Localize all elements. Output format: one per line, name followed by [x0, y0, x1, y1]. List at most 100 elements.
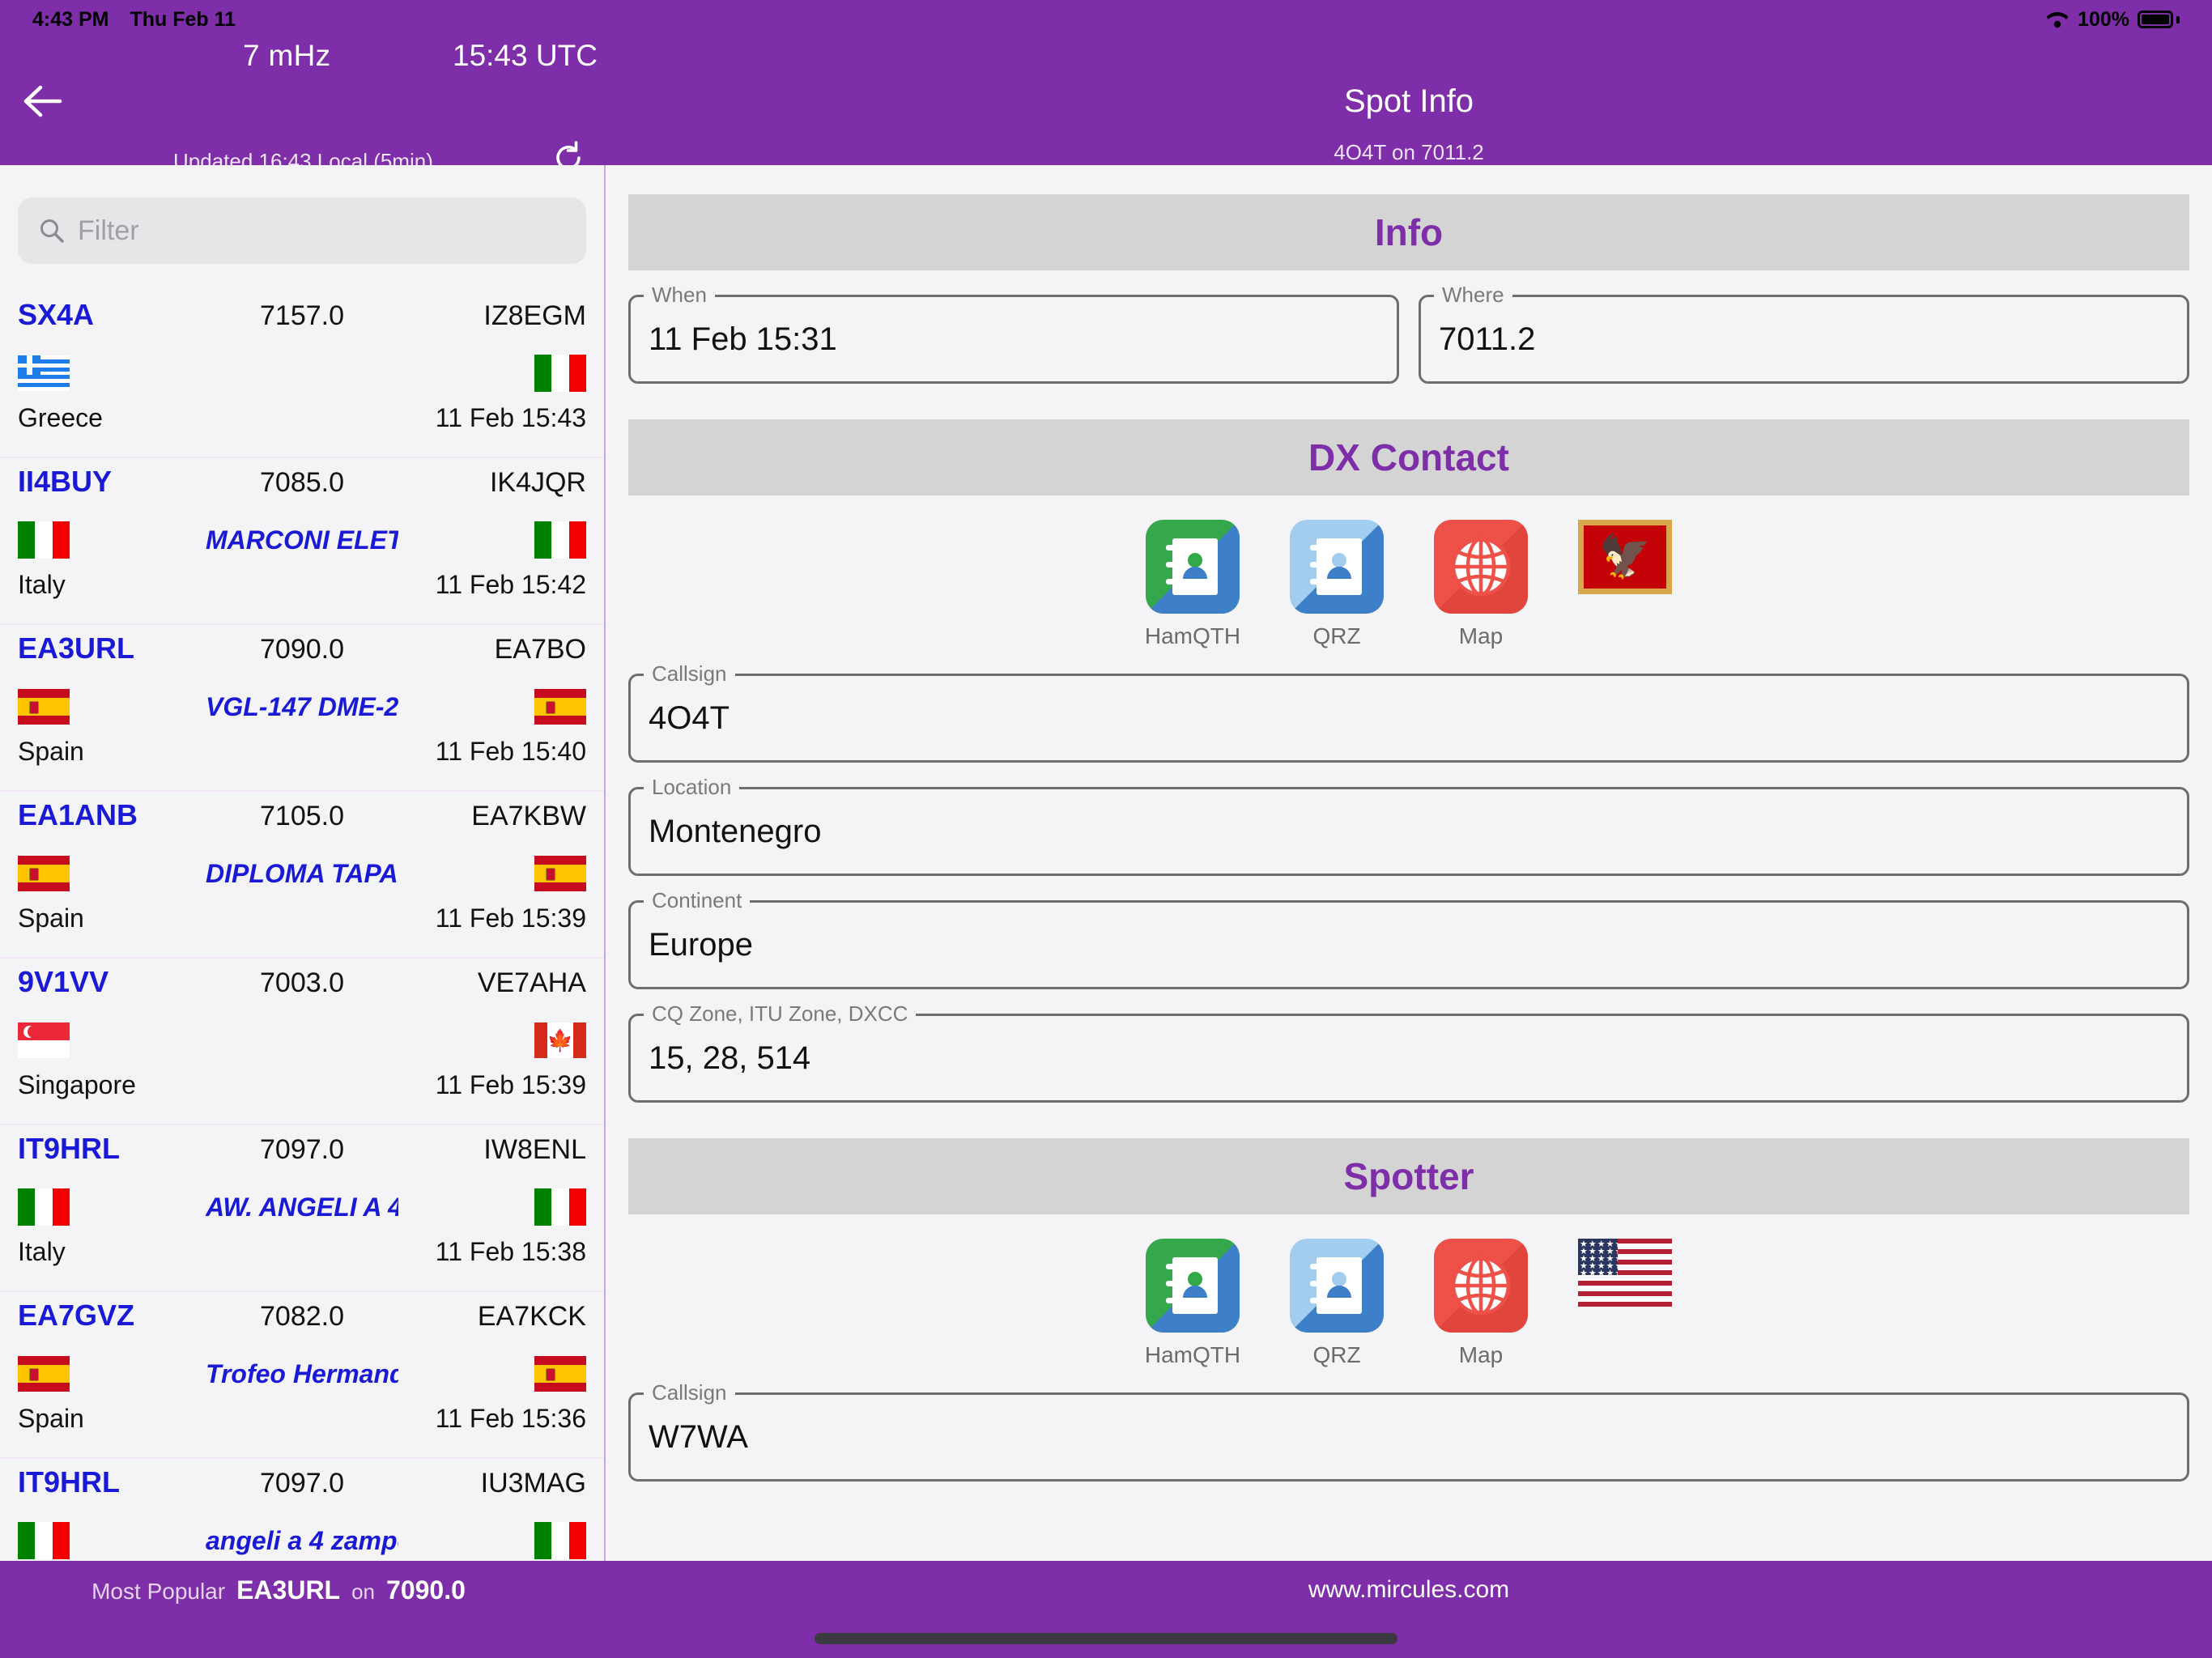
flag-italy-icon	[534, 1188, 586, 1226]
dx-contact-field[interactable]: Callsign 4O4T	[628, 661, 2189, 763]
spotter-link-qrz[interactable]: QRZ	[1276, 1239, 1397, 1368]
spot-list-item[interactable]: II4BUY 7085.0 IK4JQR MARCONI ELETTRA 2021 It…	[0, 458, 604, 625]
spot-row-top: IT9HRL 7097.0 IU3MAG	[18, 1465, 586, 1511]
filter-input[interactable]	[78, 215, 565, 247]
status-bar-right: 100%	[2045, 8, 2180, 32]
bottom-bar: Most Popular EA3URL on 7090.0 www.mircul…	[0, 1561, 2212, 1619]
flag-italy-icon	[534, 1522, 586, 1559]
spot-spotter-flag	[398, 689, 586, 725]
spot-list-item[interactable]: SX4A 7157.0 IZ8EGM Greece 11 Feb 15:43	[0, 291, 604, 458]
spot-list-item[interactable]: EA1ANB 7105.0 EA7KBW DIPLOMA TAPAS DE GALIC…	[0, 792, 604, 959]
spotter-link-map[interactable]: Map	[1420, 1239, 1542, 1368]
spot-row-middle: 🍁	[18, 1010, 586, 1070]
status-bar-left: 4:43 PM Thu Feb 11	[32, 8, 236, 32]
battery-icon	[2138, 11, 2180, 28]
spot-comment: DIPLOMA TAPAS DE GALICIA	[206, 858, 398, 888]
most-popular-callsign: EA3URL	[236, 1575, 341, 1605]
spot-row-bottom: Spain 11 Feb 15:40	[18, 737, 586, 782]
when-field-label: When	[644, 283, 715, 308]
spot-row-bottom: Singapore 11 Feb 15:39	[18, 1070, 586, 1116]
dx-contact-field-value: Montenegro	[649, 813, 822, 849]
spot-list[interactable]: SX4A 7157.0 IZ8EGM Greece 11 Feb 15:43 II4BUY…	[0, 291, 604, 1561]
spot-row-bottom: Italy 11 Feb 15:42	[18, 570, 586, 615]
globe-icon	[1434, 520, 1528, 614]
flag-canada-icon: 🍁	[534, 1022, 586, 1058]
flag-spain-icon	[534, 689, 586, 725]
spot-spotter-flag	[398, 521, 586, 559]
spot-dx-flag	[18, 1022, 206, 1058]
spot-spotter-flag	[398, 1188, 586, 1226]
spot-dx-callsign: EA1ANB	[18, 798, 138, 831]
spot-list-item[interactable]: EA3URL 7090.0 EA7BO VGL-147 DME-25134 Spain 1…	[0, 625, 604, 792]
spot-row-top: IT9HRL 7097.0 IW8ENL	[18, 1132, 586, 1177]
spot-spotter-flag	[398, 1522, 586, 1559]
dx-contact-fields: Callsign 4O4T Location Montenegro Continent E…	[606, 661, 2212, 1103]
spot-list-item[interactable]: IT9HRL 7097.0 IU3MAG angeli a 4 zampe	[0, 1459, 604, 1561]
spot-country: Spain	[18, 1404, 84, 1433]
spot-time: 11 Feb 15:38	[435, 1237, 586, 1266]
spot-row-middle: DIPLOMA TAPAS DE GALICIA	[18, 844, 586, 903]
dx-contact-link-bar: HamQTH QRZ Map 🦅	[606, 520, 2212, 649]
info-field-row: When 11 Feb 15:31 Where 7011.2	[628, 283, 2189, 384]
wifi-icon	[2045, 10, 2069, 29]
flag-spain-icon	[18, 1356, 70, 1392]
spot-time: 11 Feb 15:43	[435, 403, 586, 432]
spotter-link-hamqth[interactable]: HamQTH	[1132, 1239, 1253, 1368]
dx-contact-field-value: Europe	[649, 926, 753, 963]
spot-list-sidebar: SX4A 7157.0 IZ8EGM Greece 11 Feb 15:43 II4BUY…	[0, 165, 606, 1561]
where-field[interactable]: Where 7011.2	[1419, 283, 2189, 384]
app-bar: 7 mHz 15:43 UTC Updated 16:43 Local (5mi…	[0, 39, 2212, 173]
band-frequency-label: 7 mHz	[243, 39, 331, 72]
dx-contact-field[interactable]: Continent Europe	[628, 888, 2189, 989]
spot-list-item[interactable]: 9V1VV 7003.0 VE7AHA 🍁 Singapore 11 Feb 15:39	[0, 959, 604, 1125]
dx-contact-field-label: Location	[644, 775, 740, 800]
spot-comment: AW. ANGELI A 4 ZAMPE	[206, 1192, 398, 1222]
dx-contact-link-qrz[interactable]: QRZ	[1276, 520, 1397, 649]
spot-spotter-callsign: VE7AHA	[477, 967, 586, 998]
flag-italy-icon	[18, 1522, 70, 1559]
spot-list-item[interactable]: IT9HRL 7097.0 IW8ENL AW. ANGELI A 4 ZAMPE It…	[0, 1125, 604, 1292]
spot-spotter-callsign: IU3MAG	[480, 1468, 586, 1499]
flag-singapore-icon	[18, 1022, 70, 1058]
spotter-field[interactable]: Callsign W7WA	[628, 1380, 2189, 1482]
page-title: Spot Info	[1343, 83, 1474, 119]
dx-contact-field-label: Callsign	[644, 661, 735, 687]
spot-time: 11 Feb 15:40	[435, 737, 586, 766]
spot-dx-flag	[18, 1188, 206, 1226]
spot-dx-flag	[18, 856, 206, 891]
spot-dx-callsign: II4BUY	[18, 465, 113, 498]
spot-frequency: 7105.0	[260, 801, 344, 831]
when-field[interactable]: When 11 Feb 15:31	[628, 283, 1399, 384]
spotter-flag: ★★★★★★★★★★★★★★★★★★★★★★★★★★★★	[1564, 1239, 1686, 1307]
spot-frequency: 7003.0	[260, 967, 344, 998]
spotter-fields: Callsign W7WA	[606, 1380, 2212, 1482]
dx-contact-field[interactable]: CQ Zone, ITU Zone, DXCC 15, 28, 514	[628, 1001, 2189, 1103]
spot-spotter-callsign: EA7KBW	[471, 801, 586, 831]
spot-dx-callsign: IT9HRL	[18, 1465, 120, 1499]
spot-country: Italy	[18, 570, 66, 599]
status-bar-time: 4:43 PM	[32, 7, 109, 31]
home-indicator[interactable]	[815, 1633, 1397, 1644]
spot-row-bottom: Spain 11 Feb 15:36	[18, 1404, 586, 1449]
spot-row-bottom: Spain 11 Feb 15:39	[18, 903, 586, 949]
back-arrow-icon[interactable]	[21, 81, 63, 121]
ios-status-bar: 4:43 PM Thu Feb 11 100%	[0, 0, 2212, 39]
spot-spotter-callsign: IZ8EGM	[483, 300, 586, 331]
contact-book-icon	[1290, 520, 1384, 614]
spot-row-top: EA7GVZ 7082.0 EA7KCK	[18, 1299, 586, 1344]
when-field-value: 11 Feb 15:31	[649, 321, 837, 357]
dx-contact-link-hamqth[interactable]: HamQTH	[1132, 520, 1253, 649]
spot-row-middle	[18, 343, 586, 403]
spot-time: 11 Feb 15:39	[435, 903, 586, 933]
dx-contact-field[interactable]: Location Montenegro	[628, 775, 2189, 876]
contact-book-icon	[1290, 1239, 1384, 1333]
spot-detail-panel: Info When 11 Feb 15:31 Where 7011.2 DX C…	[606, 165, 2212, 1561]
app-bar-left: 7 mHz 15:43 UTC Updated 16:43 Local (5mi…	[0, 39, 606, 173]
spot-dx-callsign: SX4A	[18, 298, 95, 331]
spot-comment: angeli a 4 zampe	[206, 1525, 398, 1555]
filter-box[interactable]	[18, 198, 586, 264]
spot-list-item[interactable]: EA7GVZ 7082.0 EA7KCK Trofeo Hermandades del…	[0, 1292, 604, 1459]
spot-spotter-flag: 🍁	[398, 1022, 586, 1058]
dx-contact-link-map[interactable]: Map	[1420, 520, 1542, 649]
spot-row-middle: angeli a 4 zampe	[18, 1511, 586, 1561]
